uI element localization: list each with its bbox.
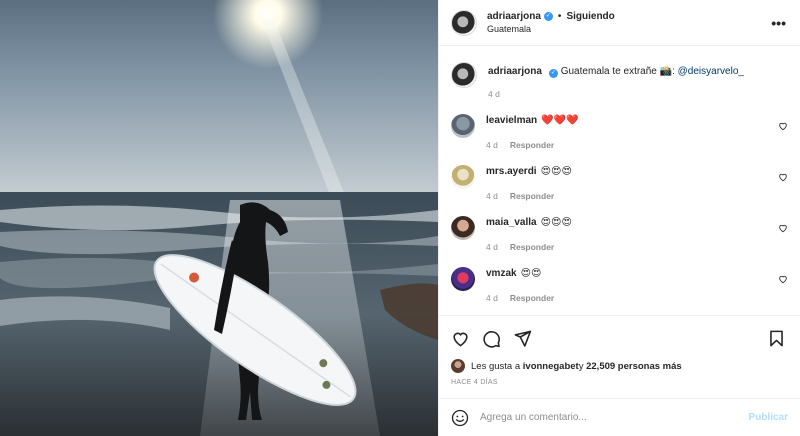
comment-username[interactable]: vmzak <box>486 268 517 279</box>
like-comment-heart-icon[interactable] <box>778 172 788 182</box>
reply-button[interactable]: Responder <box>510 140 554 150</box>
comment-item: vmzak 😍😍 4 d Responder <box>451 252 788 303</box>
comment-avatar[interactable] <box>451 165 475 189</box>
caption: adriaarjona ✓ Guatemala te extrañe 📸: @de… <box>451 46 788 99</box>
comment-username[interactable]: maia_valla <box>486 217 537 228</box>
author-info: adriaarjona ✓ • Siguiendo Guatemala <box>487 11 615 34</box>
liker-avatar[interactable] <box>451 359 465 373</box>
publish-button[interactable]: Publicar <box>749 412 788 423</box>
post-photo[interactable] <box>0 0 438 436</box>
caption-text: Guatemala te extrañe 📸: <box>560 66 678 77</box>
post-location[interactable]: Guatemala <box>487 24 615 34</box>
comment-time: 4 d <box>486 191 498 201</box>
separator-dot: • <box>557 11 562 22</box>
caption-time: 4 d <box>488 89 500 99</box>
comment-text: ❤️❤️❤️ <box>541 115 579 126</box>
save-bookmark-icon[interactable] <box>767 329 786 348</box>
comment-time: 4 d <box>486 140 498 150</box>
verified-badge-icon: ✓ <box>543 12 553 21</box>
reply-button[interactable]: Responder <box>510 242 554 252</box>
more-options-icon[interactable]: ••• <box>771 15 786 31</box>
like-comment-heart-icon[interactable] <box>778 274 788 284</box>
reply-button[interactable]: Responder <box>510 191 554 201</box>
comment-avatar[interactable] <box>451 216 475 240</box>
comment-text: 😍😍😍 <box>540 166 572 177</box>
reply-button[interactable]: Responder <box>510 293 554 303</box>
post-side-panel: adriaarjona ✓ • Siguiendo Guatemala ••• … <box>438 0 800 436</box>
post-timestamp[interactable]: HACE 4 DÍAS <box>451 379 788 386</box>
post-actions: Les gusta a ivonnegabet y 22,509 persona… <box>439 315 800 386</box>
author-username[interactable]: adriaarjona <box>487 11 541 22</box>
add-comment-bar: Publicar <box>439 398 800 436</box>
caption-avatar[interactable] <box>451 62 477 88</box>
like-heart-icon[interactable] <box>451 329 470 348</box>
verified-badge-icon: ✓ <box>548 69 558 78</box>
comment-avatar[interactable] <box>451 267 475 291</box>
like-comment-heart-icon[interactable] <box>778 223 788 233</box>
comment-bubble-icon[interactable] <box>482 329 501 348</box>
post-header: adriaarjona ✓ • Siguiendo Guatemala ••• <box>439 0 800 46</box>
comment-time: 4 d <box>486 242 498 252</box>
comment-username[interactable]: mrs.ayerdi <box>486 166 537 177</box>
caption-mention[interactable]: @deisyarvelo_ <box>678 66 744 77</box>
likes-summary: Les gusta a ivonnegabet y 22,509 persona… <box>451 359 788 373</box>
caption-username[interactable]: adriaarjona <box>488 66 542 77</box>
likes-middle: y <box>578 360 584 372</box>
comment-input[interactable] <box>480 412 749 423</box>
following-button[interactable]: Siguiendo <box>566 11 614 22</box>
emoji-icon[interactable] <box>451 409 469 427</box>
comments-list[interactable]: adriaarjona ✓ Guatemala te extrañe 📸: @de… <box>439 46 800 315</box>
likes-count[interactable]: 22,509 personas más <box>586 361 682 372</box>
author-avatar[interactable] <box>451 9 477 36</box>
comment-text: 😍😍😍 <box>540 217 572 228</box>
comment-item: maia_valla 😍😍😍 4 d Responder <box>451 201 788 252</box>
comment-avatar[interactable] <box>451 114 475 138</box>
beach-surfer-image <box>0 0 438 436</box>
like-comment-heart-icon[interactable] <box>778 121 788 131</box>
comment-item: mrs.ayerdi 😍😍😍 4 d Responder <box>451 150 788 201</box>
comment-text: 😍😍 <box>520 268 542 279</box>
comment-username[interactable]: leavielman <box>486 115 537 126</box>
comment-item: leavielman ❤️❤️❤️ 4 d Responder <box>451 99 788 150</box>
liker-username[interactable]: ivonnegabet <box>523 361 579 372</box>
likes-prefix: Les gusta a <box>471 360 521 372</box>
post-dialog: adriaarjona ✓ • Siguiendo Guatemala ••• … <box>0 0 800 436</box>
comment-time: 4 d <box>486 293 498 303</box>
share-send-icon[interactable] <box>513 329 532 348</box>
